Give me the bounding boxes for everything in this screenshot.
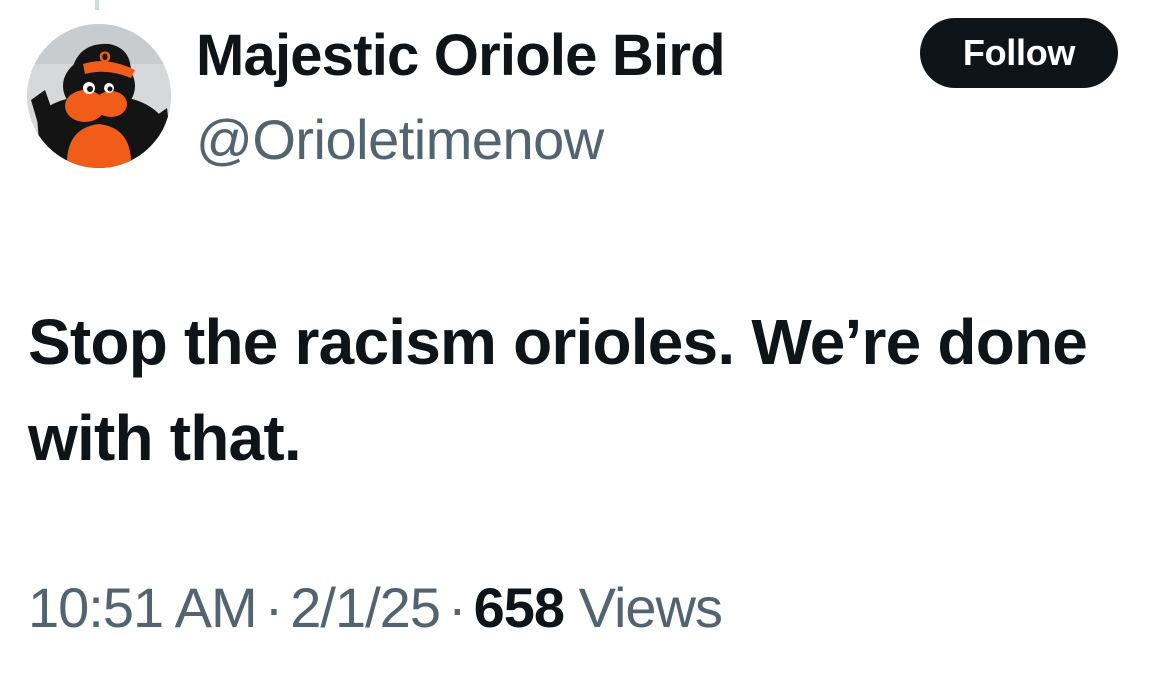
follow-button[interactable]: Follow	[920, 18, 1118, 88]
views-label[interactable]: Views	[579, 576, 723, 639]
tweet-time[interactable]: 10:51 AM	[28, 576, 258, 639]
oriole-mascot-icon: O	[27, 24, 171, 168]
meta-separator: ·	[264, 576, 284, 639]
tweet-date[interactable]: 2/1/25	[290, 576, 441, 639]
avatar[interactable]: O	[27, 24, 171, 168]
author-display-name[interactable]: Majestic Oriole Bird	[196, 18, 726, 94]
tweet-text: Stop the racism orioles. We’re done with…	[28, 306, 1088, 474]
author-handle[interactable]: @Orioletimenow	[196, 104, 604, 176]
svg-text:O: O	[99, 50, 111, 66]
views-count[interactable]: 658	[474, 576, 565, 639]
meta-separator: ·	[447, 576, 467, 639]
tweet-meta: 10:51 AM · 2/1/25 · 658 Views	[28, 572, 723, 644]
thread-connector-line	[95, 0, 99, 10]
tweet-card: O Majestic Oriole Bird @Orioletimenow Fo…	[0, 0, 1170, 679]
